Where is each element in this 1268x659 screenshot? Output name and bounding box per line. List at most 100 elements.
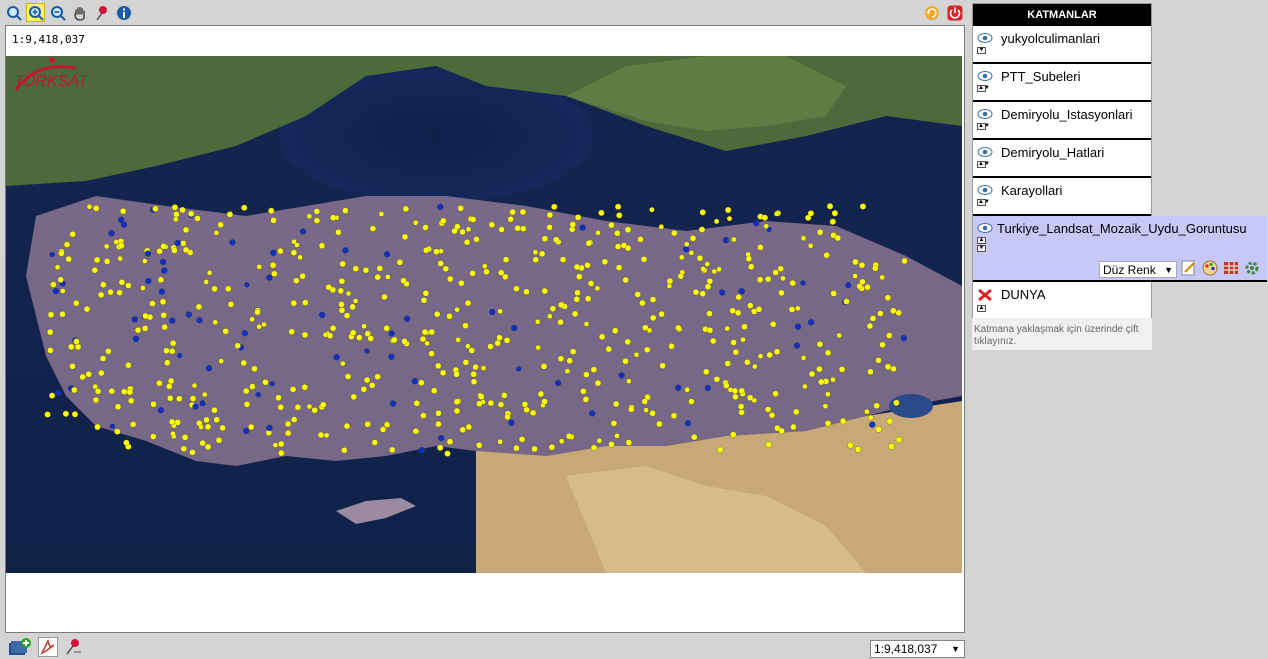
pdf-icon[interactable] [38,637,58,657]
map-point[interactable] [890,307,897,314]
map-point[interactable] [554,379,562,387]
map-point[interactable] [85,371,92,378]
map-point[interactable] [269,381,275,387]
map-point[interactable] [157,276,165,283]
map-point[interactable] [585,240,592,247]
map-point[interactable] [47,347,54,354]
map-point[interactable] [520,225,527,232]
map-point[interactable] [330,214,337,221]
map-point[interactable] [132,335,140,342]
refresh-button[interactable] [922,3,941,22]
map-point[interactable] [249,316,255,322]
map-point[interactable] [140,285,146,291]
map-point[interactable] [521,401,529,408]
map-point[interactable] [571,310,579,318]
map-point[interactable] [825,391,831,397]
map-point[interactable] [374,373,381,380]
map-point[interactable] [453,371,460,378]
map-point[interactable] [299,228,307,235]
map-point[interactable] [704,261,710,267]
map-point[interactable] [529,409,537,417]
map-point[interactable] [538,250,546,258]
map-point[interactable] [179,206,186,214]
map-point[interactable] [69,363,76,370]
map-point[interactable] [411,378,418,385]
map-point[interactable] [700,266,706,272]
map-point[interactable] [489,308,496,316]
map-point[interactable] [225,285,232,292]
map-point[interactable] [271,270,278,277]
map-point[interactable] [180,240,187,247]
satellite-map[interactable]: TÜRKSAT [6,56,962,573]
map-point[interactable] [423,247,430,254]
map-point[interactable] [469,270,476,277]
map-point[interactable] [576,273,583,280]
map-point[interactable] [350,393,357,401]
map-point[interactable] [494,340,501,347]
map-point[interactable] [379,426,387,433]
map-point[interactable] [73,300,80,307]
map-point[interactable] [511,324,518,332]
map-point[interactable] [816,341,824,348]
map-point[interactable] [91,267,98,274]
map-point[interactable] [108,230,115,237]
map-point[interactable] [764,275,772,283]
map-point[interactable] [93,256,101,264]
map-point[interactable] [455,337,461,343]
map-point[interactable] [73,338,80,345]
map-point[interactable] [341,447,348,454]
map-point[interactable] [843,298,850,305]
map-point[interactable] [49,251,55,258]
map-point[interactable] [128,397,135,404]
map-point[interactable] [58,250,65,257]
map-point[interactable] [866,322,874,330]
map-point[interactable] [47,328,54,336]
map-point[interactable] [293,277,300,284]
map-point[interactable] [710,337,717,345]
zoom-in-button[interactable] [26,3,45,22]
map-point[interactable] [682,246,690,253]
map-point[interactable] [868,414,874,421]
map-point[interactable] [131,316,138,323]
map-point[interactable] [160,312,167,319]
map-point[interactable] [369,382,376,389]
map-point[interactable] [829,218,836,225]
map-point[interactable] [482,263,488,269]
map-point[interactable] [699,290,706,297]
map-point[interactable] [729,307,736,314]
map-point[interactable] [656,420,663,428]
map-point[interactable] [713,376,721,383]
map-point[interactable] [650,314,657,322]
add-marker-button[interactable] [92,3,111,22]
map-point[interactable] [74,343,82,351]
map-point[interactable] [121,388,128,395]
map-point[interactable] [507,216,514,223]
map-point[interactable] [757,353,764,359]
map-point[interactable] [808,370,816,378]
map-point[interactable] [612,327,619,334]
map-point[interactable] [888,443,895,450]
map-point[interactable] [516,366,522,372]
map-point[interactable] [839,417,847,425]
map-point[interactable] [352,298,359,304]
map-point[interactable] [808,243,814,249]
map-point[interactable] [222,328,229,335]
map-point[interactable] [761,214,769,221]
map-point[interactable] [433,248,440,255]
layer-row[interactable]: Demiryolu_Istasyonlari ▲▼ [973,102,1151,140]
map-point[interactable] [541,287,548,295]
map-point[interactable] [166,383,173,390]
map-point[interactable] [869,315,877,322]
map-point[interactable] [573,296,580,303]
map-point[interactable] [338,278,346,285]
map-point[interactable] [83,305,91,313]
map-point[interactable] [637,236,644,243]
map-point[interactable] [181,434,189,441]
map-point[interactable] [465,343,471,349]
map-point[interactable] [313,208,320,215]
map-point[interactable] [278,440,285,448]
map-point[interactable] [584,262,591,269]
map-point[interactable] [508,419,515,426]
map-point[interactable] [549,305,557,312]
eye-icon[interactable] [977,70,993,82]
